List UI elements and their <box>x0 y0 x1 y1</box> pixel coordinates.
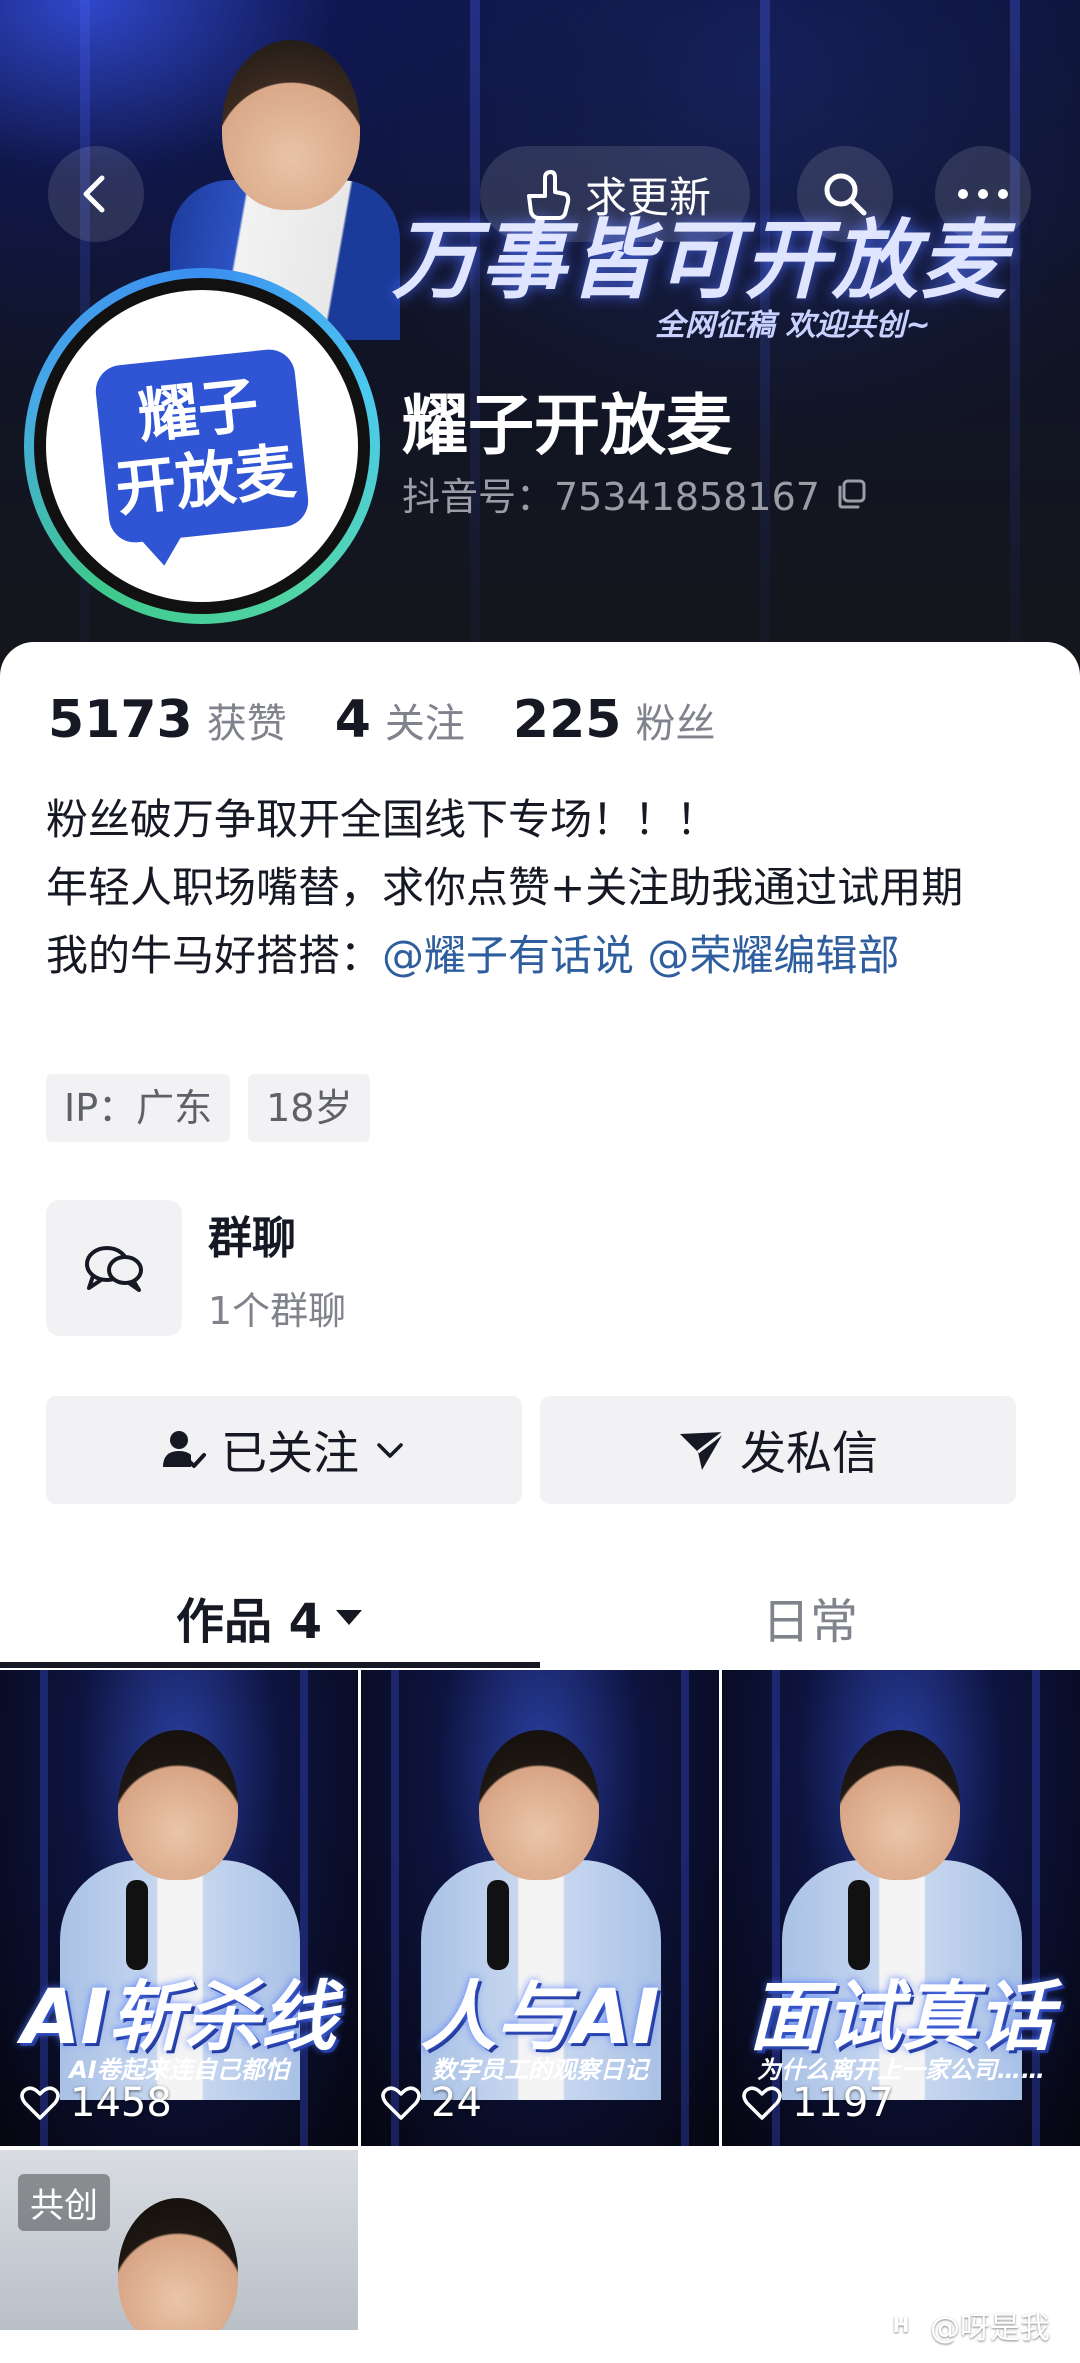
followed-label: 已关注 <box>221 1426 359 1480</box>
tab-daily[interactable]: 日常 <box>540 1566 1080 1668</box>
tab-works-label: 作品 4 <box>175 1594 323 1650</box>
heart-icon <box>381 2086 421 2120</box>
video-likes-count: 1458 <box>70 2080 172 2126</box>
profile-tags: IP：广东 18岁 <box>46 1074 371 1142</box>
profile-bio: 粉丝破万争取开全国线下专场！！！ 年轻人职场嘴替，求你点赞+关注助我通过试用期 … <box>46 786 1036 990</box>
group-chat-icon-box <box>46 1200 182 1336</box>
caret-down-icon <box>336 1610 363 1625</box>
heart-icon <box>20 2086 60 2120</box>
send-message-button[interactable]: 发私信 <box>540 1396 1016 1504</box>
following-count: 4 <box>334 690 371 750</box>
video-thumbnail[interactable]: 面试真话 为什么离开上一家公司…… 1197 <box>722 1670 1080 2146</box>
tab-daily-label: 日常 <box>761 1594 858 1650</box>
chevron-left-icon <box>83 175 105 213</box>
more-icon <box>958 189 1008 199</box>
video-thumbnail[interactable]: 人与AI 数字员工的观察日记 24 <box>361 1670 719 2146</box>
following-stat[interactable]: 4 关注 <box>335 690 465 750</box>
video-likes-count: 24 <box>431 2080 482 2126</box>
group-chat-text: 群聊 1个群聊 <box>208 1202 346 1335</box>
back-button[interactable] <box>48 146 144 242</box>
douyin-id[interactable]: 抖音号：75341858167 <box>402 466 868 521</box>
followers-count: 225 <box>512 690 622 750</box>
profile-card: 5173 获赞 4 关注 225 粉丝 粉丝破万争取开全国线下专场！！！ 年轻人… <box>0 642 1080 2363</box>
video-likes: 1197 <box>742 2080 894 2126</box>
video-title: AI斩杀线 <box>21 1972 337 2061</box>
thumbnail-person-head <box>479 1730 599 1880</box>
co-creation-badge: 共创 <box>18 2174 110 2231</box>
bio-line-3-prefix: 我的牛马好搭搭： <box>46 931 383 980</box>
mention-link-1[interactable]: @耀子有话说 <box>382 931 634 980</box>
following-label: 关注 <box>384 701 465 747</box>
paper-plane-icon <box>680 1430 725 1470</box>
video-likes-count: 1197 <box>792 2080 894 2126</box>
ip-location-tag: IP：广东 <box>46 1074 231 1142</box>
avatar-logo: 耀子 开放麦 <box>93 347 311 545</box>
group-chat-title: 群聊 <box>208 1212 296 1264</box>
group-chat-count: 1个群聊 <box>208 1288 347 1333</box>
hand-point-icon <box>526 170 571 220</box>
more-options-button[interactable] <box>935 146 1031 242</box>
action-buttons: 已关注 发私信 <box>46 1396 1016 1504</box>
user-check-icon <box>163 1431 206 1468</box>
video-thumbnail[interactable]: AI斩杀线 AI卷起来连自己都怕 1458 <box>0 1670 358 2146</box>
thumbnail-person-head <box>118 1730 238 1880</box>
curtain-stripe <box>470 0 480 680</box>
followed-button[interactable]: 已关注 <box>46 1396 522 1504</box>
search-icon <box>824 173 867 216</box>
video-title: 面试真话 <box>749 1972 1053 2061</box>
banner-person-head <box>222 40 360 210</box>
bio-line-2: 年轻人职场嘴替，求你点赞+关注助我通过试用期 <box>46 863 964 912</box>
bio-line-1: 粉丝破万争取开全国线下专场！！！ <box>46 795 719 844</box>
watermark-logo-icon: H <box>884 2308 918 2342</box>
request-update-label: 求更新 <box>584 172 711 222</box>
request-update-button[interactable]: 求更新 <box>480 146 750 242</box>
followers-stat[interactable]: 225 粉丝 <box>513 690 716 750</box>
avatar-image: 耀子 开放麦 <box>46 290 358 602</box>
heart-icon <box>742 2086 782 2120</box>
likes-stat[interactable]: 5173 获赞 <box>48 690 287 750</box>
likes-label: 获赞 <box>206 701 287 747</box>
video-likes: 24 <box>381 2080 482 2126</box>
chat-bubbles-icon <box>85 1246 143 1292</box>
active-tab-indicator <box>0 1662 540 1668</box>
mention-link-2[interactable]: @荣耀编辑部 <box>647 931 899 980</box>
followers-label: 粉丝 <box>635 701 716 747</box>
banner-subtitle: 全网征稿 欢迎共创~ <box>655 308 931 343</box>
likes-count: 5173 <box>48 690 193 750</box>
avatar[interactable]: 耀子 开放麦 <box>24 268 380 624</box>
profile-nickname: 耀子开放麦 <box>402 387 732 464</box>
thumbnail-person-head <box>840 1730 960 1880</box>
content-tabs: 作品 4 日常 <box>0 1566 1080 1668</box>
chevron-down-icon <box>377 1443 403 1458</box>
send-message-label: 发私信 <box>740 1426 878 1480</box>
copy-icon[interactable] <box>834 477 868 511</box>
douyin-id-text: 抖音号：75341858167 <box>402 475 820 519</box>
thumbnail-person-head <box>118 2198 238 2330</box>
video-title: 人与AI <box>420 1972 660 2061</box>
watermark-text: @呀是我 <box>930 2311 1050 2346</box>
search-button[interactable] <box>797 146 893 242</box>
avatar-border: 耀子 开放麦 <box>34 278 370 614</box>
video-thumbnail[interactable]: 共创 <box>0 2150 358 2330</box>
profile-stats: 5173 获赞 4 关注 225 粉丝 <box>48 690 715 750</box>
watermark: H @呀是我 <box>884 2303 1050 2347</box>
age-tag: 18岁 <box>248 1074 371 1142</box>
bio-line-3: 我的牛马好搭搭：@耀子有话说 @荣耀编辑部 <box>46 922 1036 990</box>
video-likes: 1458 <box>20 2080 172 2126</box>
group-chat-entry[interactable]: 群聊 1个群聊 <box>46 1200 1036 1336</box>
curtain-stripe <box>1010 0 1020 680</box>
tab-works[interactable]: 作品 4 <box>0 1566 540 1668</box>
